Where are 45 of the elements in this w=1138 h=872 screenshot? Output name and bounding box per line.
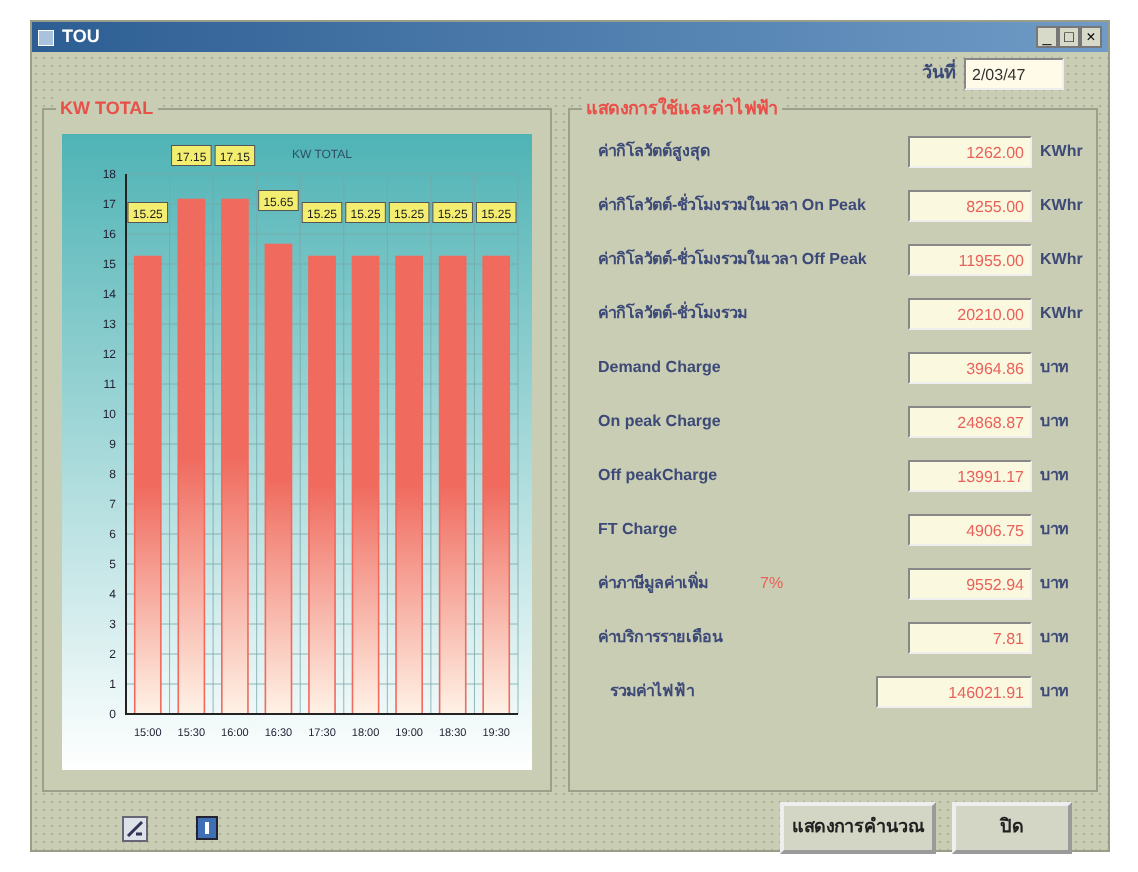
unit-label: บาท	[1040, 464, 1070, 488]
unit-label: KWhr	[1040, 140, 1084, 164]
value-field[interactable]: 1262.00	[908, 136, 1032, 168]
value-field[interactable]: 24868.87	[908, 406, 1032, 438]
chart-tool-icon[interactable]	[122, 815, 148, 841]
row-label: ค่าบริการรายเดือน	[598, 626, 722, 650]
unit-label: บาท	[1040, 410, 1070, 434]
app-icon	[38, 29, 54, 45]
row-label: ค่ากิโลวัตต์-ชั่วโมงรวมในเวลา Off Peak	[598, 248, 867, 272]
unit-label: บาท	[1040, 680, 1070, 704]
maximize-button[interactable]: □	[1058, 26, 1080, 48]
row-label: ค่าภาษีมูลค่าเพิ่ม	[598, 572, 708, 596]
value-field[interactable]: 4906.75	[908, 514, 1032, 546]
close-button[interactable]: ×	[1080, 26, 1102, 48]
window-title: TOU	[62, 23, 100, 50]
unit-label: KWhr	[1040, 194, 1084, 218]
date-label: วันที่	[922, 60, 956, 87]
row-label: Off peakCharge	[598, 464, 718, 488]
unit-label: บาท	[1040, 572, 1070, 596]
minimize-button[interactable]: _	[1036, 26, 1058, 48]
value-field[interactable]: 3964.86	[908, 352, 1032, 384]
total-label: รวมค่าไฟฟ้า	[610, 680, 694, 704]
value-field[interactable]: 11955.00	[908, 244, 1032, 276]
value-field[interactable]: 9552.94	[908, 568, 1032, 600]
rate-label: 7%	[760, 572, 784, 596]
close-button[interactable]: ปิด	[952, 802, 1072, 854]
unit-label: KWhr	[1040, 248, 1084, 272]
total-field[interactable]: 146021.91	[876, 676, 1032, 708]
unit-label: บาท	[1040, 626, 1070, 650]
unit-label: บาท	[1040, 518, 1070, 542]
value-field[interactable]: 20210.00	[908, 298, 1032, 330]
row-label: On peak Charge	[598, 410, 721, 434]
row-label: ค่ากิโลวัตต์-ชั่วโมงรวม	[598, 302, 748, 326]
row-label: Demand Charge	[598, 356, 721, 380]
value-field[interactable]: 8255.00	[908, 190, 1032, 222]
date-field[interactable]: 2/03/47	[964, 58, 1064, 90]
row-label: FT Charge	[598, 518, 678, 542]
value-field[interactable]: 7.81	[908, 622, 1032, 654]
unit-label: บาท	[1040, 356, 1070, 380]
row-label: ค่ากิโลวัตต์สูงสุด	[598, 140, 710, 164]
value-field[interactable]: 13991.17	[908, 460, 1032, 492]
info-icon[interactable]	[196, 816, 218, 840]
unit-label: KWhr	[1040, 302, 1084, 326]
row-label: ค่ากิโลวัตต์-ชั่วโมงรวมในเวลา On Peak	[598, 194, 866, 218]
show-calculation-button[interactable]: แสดงการคำนวณ	[780, 802, 936, 854]
